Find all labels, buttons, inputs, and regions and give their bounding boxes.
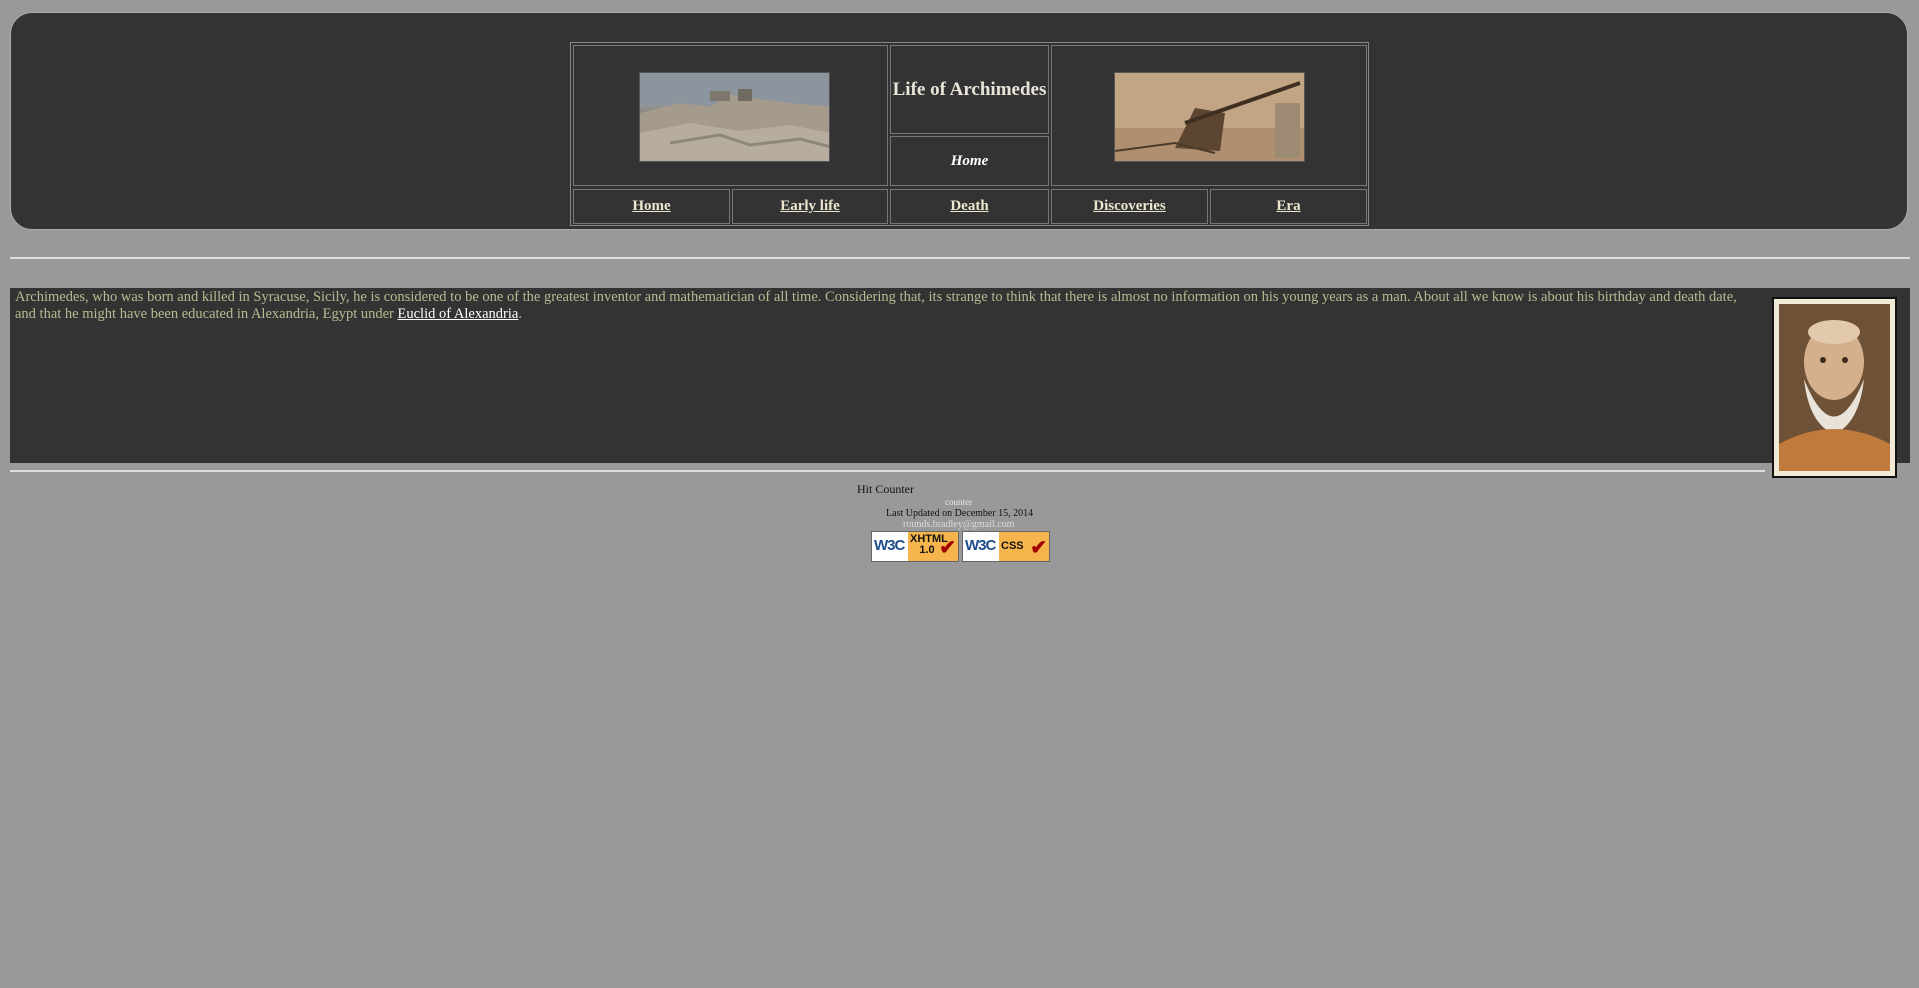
css-badge-label: CSS [1001, 540, 1024, 552]
header-banner: Life of Archimedes Home Home Early life [10, 12, 1908, 230]
nav-link-death[interactable]: Death [950, 198, 988, 215]
w3c-logo-icon: W3C [874, 537, 905, 554]
ruins-illustration [640, 73, 829, 161]
current-page-cell: Home [890, 136, 1049, 186]
portrait-image [1779, 304, 1890, 471]
divider-top [10, 257, 1910, 259]
valid-xhtml-badge[interactable]: W3C XHTML 1.0 ✔ [871, 531, 959, 562]
nav-item-early-life: Early life [732, 189, 888, 224]
nav-link-home[interactable]: Home [632, 198, 670, 215]
nav-table: Life of Archimedes Home Home Early life [570, 42, 1369, 226]
site-title: Life of Archimedes [892, 79, 1047, 100]
current-page-label: Home [950, 152, 989, 169]
nav-link-era[interactable]: Era [1276, 198, 1300, 215]
content-panel: Archimedes, who was born and killed in S… [10, 288, 1910, 463]
checkmark-icon: ✔ [939, 537, 956, 559]
euclid-link[interactable]: Euclid of Alexandria [398, 306, 519, 322]
counter-image: counter [945, 497, 972, 507]
last-updated-text: Last Updated on December 15, 2014 [886, 508, 1034, 519]
archimedes-portrait [1772, 297, 1897, 478]
checkmark-icon: ✔ [1030, 537, 1047, 559]
nav-item-death: Death [890, 189, 1049, 224]
divider-bottom [10, 470, 1765, 472]
syracuse-ruins-image [639, 72, 830, 162]
nav-link-early-life[interactable]: Early life [780, 198, 840, 215]
nav-item-discoveries: Discoveries [1051, 189, 1208, 224]
portrait-illustration [1779, 304, 1890, 471]
site-title-cell: Life of Archimedes [890, 45, 1049, 134]
ruins-image-cell [573, 45, 888, 186]
claw-image-cell [1051, 45, 1367, 186]
intro-end: . [518, 306, 522, 322]
claw-of-archimedes-image [1114, 72, 1305, 162]
email-link[interactable]: rounds.bradley@gmail.com [903, 519, 1014, 530]
nav-link-discoveries[interactable]: Discoveries [1093, 198, 1165, 215]
claw-illustration [1115, 73, 1304, 161]
intro-paragraph: Archimedes, who was born and killed in S… [15, 288, 1750, 323]
nav-item-era: Era [1210, 189, 1367, 224]
w3c-logo-icon: W3C [965, 537, 996, 554]
intro-text: Archimedes, who was born and killed in S… [15, 289, 1737, 322]
valid-css-badge[interactable]: W3C CSS ✔ [962, 531, 1050, 562]
nav-item-home: Home [573, 189, 730, 224]
hit-counter-label: Hit Counter [857, 482, 914, 496]
